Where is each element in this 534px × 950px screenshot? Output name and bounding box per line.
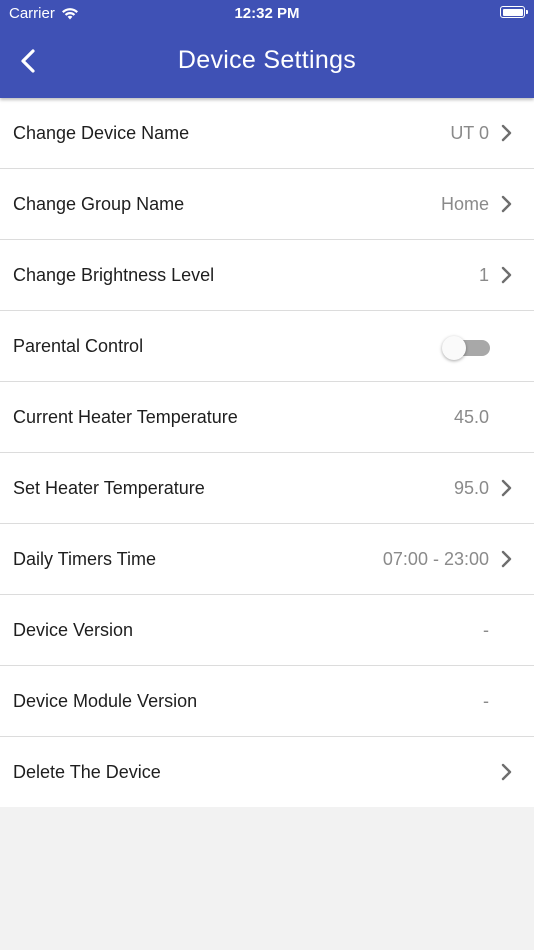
row-label: Current Heater Temperature xyxy=(13,406,238,427)
daily-timers-row[interactable]: Daily Timers Time 07:00 - 23:00 xyxy=(0,524,534,595)
module-version-value: - xyxy=(483,690,489,711)
device-module-version-row: Device Module Version - xyxy=(0,666,534,737)
row-label: Change Brightness Level xyxy=(13,264,215,285)
set-heater-temp-row[interactable]: Set Heater Temperature 95.0 xyxy=(0,453,534,524)
row-label: Delete The Device xyxy=(13,761,161,782)
parental-control-row: Parental Control xyxy=(0,311,534,382)
row-label: Change Group Name xyxy=(13,193,185,214)
row-label: Device Module Version xyxy=(13,690,198,711)
toggle-knob xyxy=(442,336,466,360)
status-time: 12:32 PM xyxy=(234,5,300,22)
device-version-row: Device Version - xyxy=(0,595,534,666)
page-title: Device Settings xyxy=(177,46,357,74)
chevron-right-icon xyxy=(500,550,512,568)
group-name-value: Home xyxy=(440,193,489,214)
row-label: Parental Control xyxy=(13,335,144,356)
current-temp-value: 45.0 xyxy=(453,406,489,427)
change-group-name-row[interactable]: Change Group Name Home xyxy=(0,169,534,240)
app-header: Carrier 12:32 PM Device Settings xyxy=(0,0,534,98)
settings-list: Change Device Name UT 0 Change Group Nam… xyxy=(0,98,534,807)
parental-control-toggle[interactable] xyxy=(442,336,492,360)
status-bar: Carrier 12:32 PM xyxy=(0,0,534,28)
row-label: Set Heater Temperature xyxy=(13,477,205,498)
chevron-right-icon xyxy=(500,195,512,213)
chevron-right-icon xyxy=(500,124,512,142)
device-name-value: UT 0 xyxy=(450,122,489,143)
nav-bar: Device Settings xyxy=(0,28,534,98)
row-label: Daily Timers Time xyxy=(13,548,157,569)
chevron-right-icon xyxy=(500,266,512,284)
chevron-right-icon xyxy=(500,479,512,497)
brightness-value: 1 xyxy=(478,264,489,285)
daily-timers-value: 07:00 - 23:00 xyxy=(382,548,489,569)
change-brightness-row[interactable]: Change Brightness Level 1 xyxy=(0,240,534,311)
delete-device-row[interactable]: Delete The Device xyxy=(0,737,534,807)
change-device-name-row[interactable]: Change Device Name UT 0 xyxy=(0,98,534,169)
current-heater-temp-row: Current Heater Temperature 45.0 xyxy=(0,382,534,453)
set-temp-value: 95.0 xyxy=(453,477,489,498)
battery-icon xyxy=(500,6,528,18)
row-label: Change Device Name xyxy=(13,122,190,143)
row-label: Device Version xyxy=(13,619,134,640)
device-version-value: - xyxy=(483,619,489,640)
chevron-right-icon xyxy=(500,763,512,781)
